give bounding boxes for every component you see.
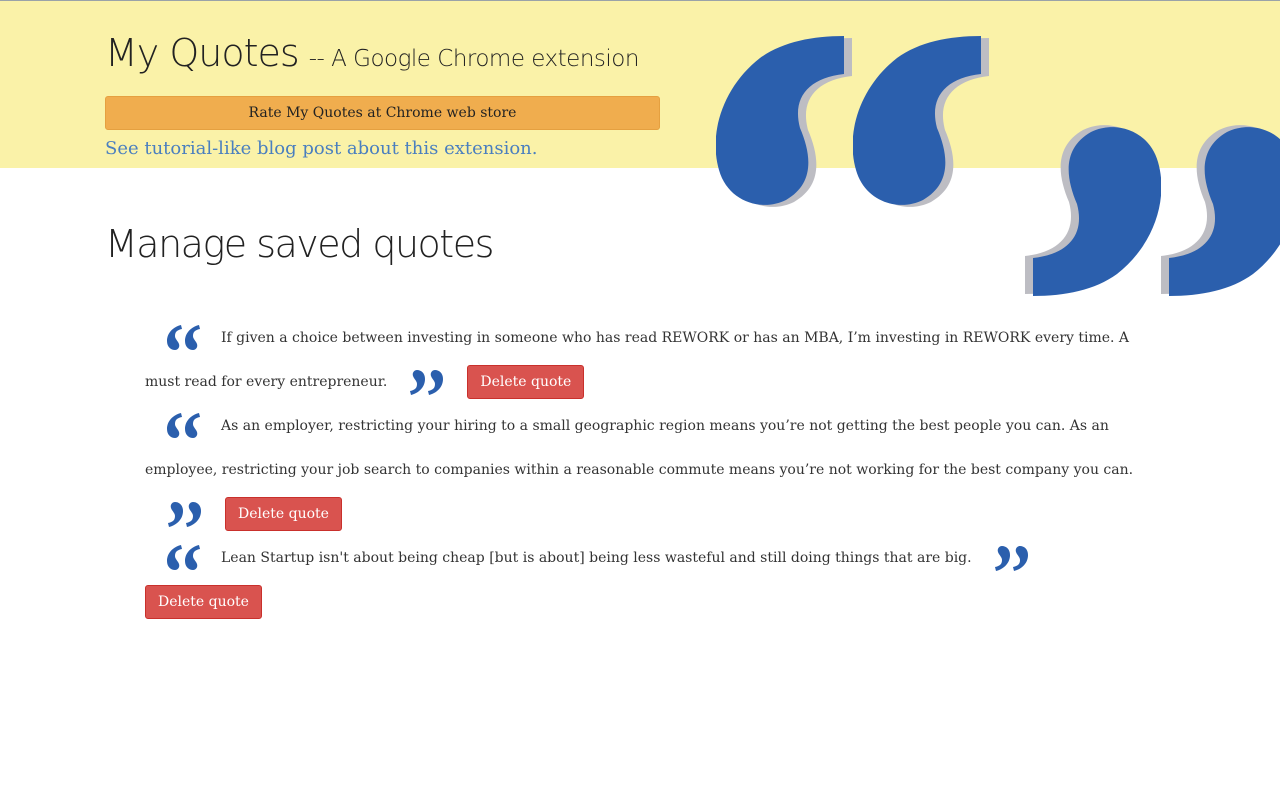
rate-chrome-store-button[interactable]: Rate My Quotes at Chrome web store [105, 96, 660, 130]
site-title-text: My Quotes [105, 31, 300, 75]
quote-item: Lean Startup isn't about being cheap [bu… [145, 536, 1135, 624]
close-quote-right-mark [1161, 125, 1280, 296]
open-quote-icon [167, 545, 200, 570]
blog-post-link[interactable]: See tutorial-like blog post about this e… [105, 138, 538, 159]
close-quote-icon [994, 546, 1028, 571]
quote-item: As an employer, restricting your hiring … [145, 404, 1135, 536]
site-subtitle: -- A Google Chrome extension [308, 46, 640, 72]
quote-text: Lean Startup isn't about being cheap [bu… [221, 550, 972, 566]
site-title: My Quotes -- A Google Chrome extension [105, 31, 639, 75]
section-title: Manage saved quotes [105, 222, 494, 266]
big-quotation-marks-icon [716, 36, 1280, 296]
open-quote-left-mark [716, 36, 852, 207]
quote-list: If given a choice between investing in s… [145, 316, 1135, 624]
close-quote-icon [410, 370, 444, 395]
quote-text: If given a choice between investing in s… [145, 330, 1130, 390]
open-quote-icon [167, 325, 200, 350]
open-quote-icon [167, 413, 200, 438]
close-quote-icon [168, 502, 201, 527]
delete-quote-button[interactable]: Delete quote [145, 585, 262, 619]
quote-item: If given a choice between investing in s… [145, 316, 1135, 404]
delete-quote-button[interactable]: Delete quote [467, 365, 585, 399]
delete-quote-button[interactable]: Delete quote [225, 497, 342, 531]
quote-text: As an employer, restricting your hiring … [145, 418, 1134, 478]
open-quote-right-mark [853, 36, 989, 207]
close-quote-left-mark [1025, 125, 1161, 296]
